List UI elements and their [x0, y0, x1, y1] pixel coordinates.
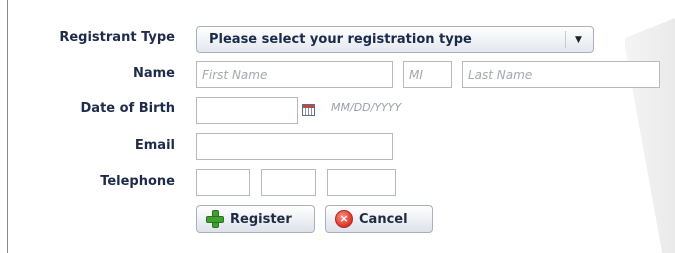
chevron-down-icon[interactable]: ▼: [575, 35, 582, 45]
dob-format-hint: MM/DD/YYYY: [331, 101, 402, 114]
middle-initial-field[interactable]: MI: [403, 61, 452, 88]
dob-field[interactable]: [196, 97, 298, 124]
phone-prefix-field[interactable]: [261, 169, 316, 196]
name-label: Name: [132, 66, 175, 81]
registrant-type-label: Registrant Type: [59, 30, 175, 45]
telephone-label: Telephone: [100, 174, 175, 189]
register-label: Register: [230, 211, 292, 227]
register-button[interactable]: Register: [196, 205, 315, 233]
calendar-icon[interactable]: [302, 104, 315, 116]
phone-area-field[interactable]: [196, 169, 250, 196]
select-divider: [565, 31, 566, 48]
cancel-label: Cancel: [359, 211, 408, 227]
registrant-type-value: Please select your registration type: [209, 32, 472, 47]
cancel-button[interactable]: × Cancel: [325, 205, 433, 233]
phone-line-field[interactable]: [327, 169, 396, 196]
email-field[interactable]: [196, 133, 393, 160]
first-name-field[interactable]: First Name: [196, 61, 393, 88]
email-label: Email: [134, 138, 175, 153]
last-name-field[interactable]: Last Name: [462, 61, 660, 88]
dob-label: Date of Birth: [80, 101, 175, 116]
close-icon: ×: [335, 210, 353, 228]
registrant-type-select[interactable]: Please select your registration type ▼: [196, 26, 594, 53]
plus-icon: [206, 210, 224, 228]
